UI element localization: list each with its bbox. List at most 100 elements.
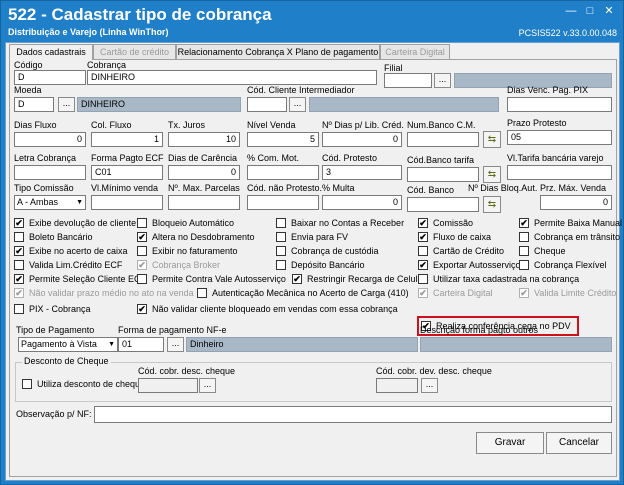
cb-26-label: Permite Baixa Manual [534, 218, 623, 228]
checkbox-29[interactable] [519, 260, 529, 270]
checkbox-18[interactable]: ✔ [292, 274, 302, 284]
checkbox-20[interactable]: ✔ [418, 232, 428, 242]
col-fluxo-input[interactable]: 1 [91, 132, 163, 147]
tab-relacionamento[interactable]: Relacionamento Cobrança X Plano de pagam… [176, 44, 380, 59]
checkbox-11[interactable] [137, 274, 147, 284]
minimize-button[interactable]: — [563, 5, 579, 18]
checkbox-17[interactable] [276, 260, 286, 270]
checkbox-utiliza-desconto[interactable] [22, 379, 32, 389]
obs-input[interactable] [94, 406, 612, 423]
checkbox-24[interactable]: ✔ [418, 288, 428, 298]
cod-nao-protesto-input[interactable] [247, 195, 319, 210]
moeda-lookup-button[interactable]: ... [58, 97, 75, 112]
cod-desc-cheque-label: Cód. cobr. desc. cheque [138, 366, 236, 376]
cancel-button[interactable]: Cancelar [546, 432, 612, 454]
prazo-protesto-input[interactable]: 05 [507, 130, 612, 145]
checkbox-8[interactable]: ✔ [137, 232, 147, 242]
cod-desc-cheque-lookup-button[interactable]: ... [199, 378, 216, 393]
cb-22-label: Exportar Autosserviço [433, 260, 521, 270]
checkbox-22[interactable]: ✔ [418, 260, 428, 270]
cb-14-label: Baixar no Contas a Receber [291, 218, 405, 228]
cod-cliente-inter-lookup-button[interactable]: ... [289, 97, 306, 112]
cod-banco-input[interactable] [407, 197, 479, 212]
desc-outros-input[interactable] [420, 337, 612, 352]
num-banco-cm-input[interactable] [407, 132, 479, 147]
checkbox-21[interactable] [418, 246, 428, 256]
moeda-desc: DINHEIRO [77, 97, 241, 112]
dias-carencia-input[interactable]: 0 [168, 165, 240, 180]
cod-banco-tarifa-input[interactable] [407, 167, 479, 182]
dias-fluxo-input[interactable]: 0 [14, 132, 86, 147]
checkbox-7[interactable] [137, 218, 147, 228]
cobranca-label: Cobrança [87, 60, 127, 70]
cod-dev-cheque-input[interactable] [376, 378, 418, 393]
close-button[interactable]: ✕ [601, 5, 617, 18]
checkbox-27[interactable] [519, 232, 529, 242]
cb-24-label: Carteira Digital [433, 288, 493, 298]
forma-pagto-ecf-input[interactable]: C01 [91, 165, 163, 180]
checkbox-6[interactable] [14, 304, 24, 314]
com-mot-label: % Com. Mot. [247, 153, 300, 163]
n-dias-lib-input[interactable]: 0 [322, 132, 402, 147]
checkbox-13[interactable]: ✔ [137, 304, 147, 314]
dados-cadastrais-panel: Código D Cobrança DINHEIRO Filial ... Mo… [9, 59, 622, 477]
num-banco-cm-exchange-icon[interactable]: ⇆ [483, 131, 501, 148]
save-button[interactable]: Gravar [476, 432, 544, 454]
checkbox-10[interactable]: ✔ [137, 260, 147, 270]
checkbox-28[interactable] [519, 246, 529, 256]
tipo-comissao-select[interactable]: A - Ambas ▼ [14, 195, 86, 210]
checkbox-3[interactable] [14, 260, 24, 270]
checkbox-23[interactable] [418, 274, 428, 284]
cb-30-label: Valida Limite Crédito [534, 288, 617, 298]
vl-minimo-venda-input[interactable] [91, 195, 163, 210]
checkbox-14[interactable] [276, 218, 286, 228]
tx-juros-input[interactable]: 10 [168, 132, 240, 147]
prz-max-venda-input[interactable]: 0 [540, 195, 612, 210]
cod-protesto-input[interactable]: 3 [322, 165, 402, 180]
checkbox-2[interactable]: ✔ [14, 246, 24, 256]
tab-dados-cadastrais[interactable]: Dados cadastrais [9, 44, 93, 60]
checkbox-1[interactable] [14, 232, 24, 242]
cod-dev-cheque-label: Cód. cobr. dev. desc. cheque [376, 366, 492, 376]
n-dias-lib-label: Nº Dias p/ Lib. Créd. [322, 120, 404, 130]
filial-lookup-button[interactable]: ... [434, 73, 451, 88]
checkbox-4[interactable]: ✔ [14, 274, 24, 284]
checkbox-0[interactable]: ✔ [14, 218, 24, 228]
cb-23-label: Utilizar taxa cadastrada na cobrança [433, 274, 580, 284]
letra-cobranca-input[interactable] [14, 165, 86, 180]
cod-cliente-inter-input[interactable] [247, 97, 287, 112]
cobranca-input[interactable]: DINHEIRO [87, 70, 377, 85]
cod-banco-tarifa-exchange-icon[interactable]: ⇆ [483, 166, 501, 183]
forma-pagamento-lookup-button[interactable]: ... [167, 337, 184, 352]
cb-12-label: Autenticação Mecânica no Acerto de Carga… [212, 288, 409, 298]
cod-banco-exchange-icon[interactable]: ⇆ [483, 196, 501, 213]
checkbox-19[interactable]: ✔ [418, 218, 428, 228]
cb-16-label: Cobrança de custódia [291, 246, 379, 256]
codigo-input[interactable]: D [14, 70, 86, 85]
cod-dev-cheque-lookup-button[interactable]: ... [421, 378, 438, 393]
moeda-input[interactable]: D [14, 97, 54, 112]
multa-input[interactable]: 0 [322, 195, 402, 210]
nivel-venda-input[interactable]: 5 [247, 132, 319, 147]
checkbox-16[interactable] [276, 246, 286, 256]
checkbox-9[interactable] [137, 246, 147, 256]
vl-tarifa-input[interactable] [507, 165, 612, 180]
com-mot-input[interactable] [247, 165, 319, 180]
n-max-parcelas-input[interactable] [168, 195, 240, 210]
tab-carteira-digital[interactable]: Carteira Digital [380, 44, 450, 59]
cod-banco-tarifa-label: Cód.Banco tarifa [407, 155, 475, 165]
dias-carencia-label: Dias de Carência [168, 153, 238, 163]
maximize-button[interactable]: □ [582, 5, 598, 18]
dias-venc-input[interactable] [507, 97, 612, 112]
checkbox-30[interactable]: ✔ [519, 288, 529, 298]
title-bar[interactable]: 522 - Cadastrar tipo de cobrança Distrib… [1, 1, 623, 41]
tipo-pagamento-select[interactable]: Pagamento à Vista ▼ [18, 337, 118, 352]
tab-cartao-credito[interactable]: Cartão de crédito [93, 44, 176, 59]
checkbox-15[interactable] [276, 232, 286, 242]
checkbox-5[interactable]: ✔ [14, 288, 24, 298]
checkbox-26[interactable]: ✔ [519, 218, 529, 228]
forma-pagamento-code[interactable]: 01 [118, 337, 164, 352]
cod-desc-cheque-input[interactable] [138, 378, 198, 393]
filial-input[interactable] [384, 73, 432, 88]
checkbox-12[interactable] [197, 288, 207, 298]
